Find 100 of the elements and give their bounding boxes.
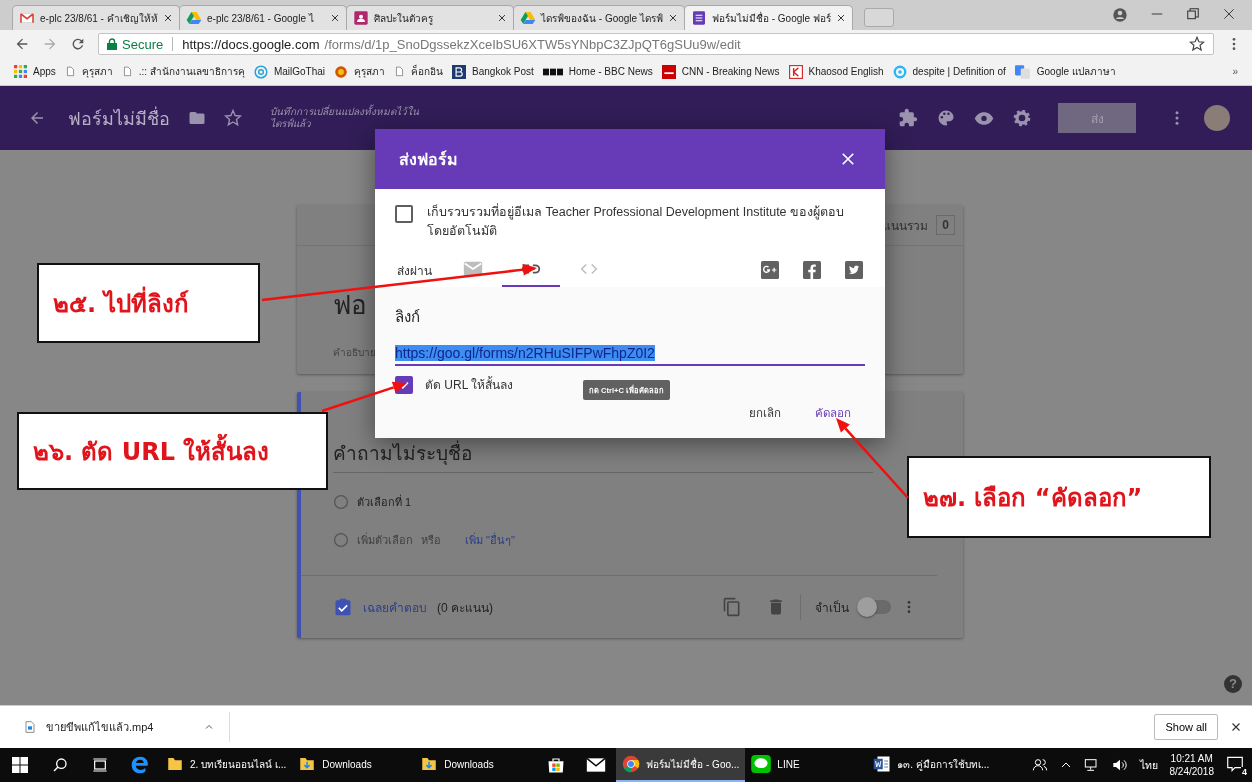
- document-icon: [873, 755, 892, 773]
- clock-date: 8/24/2018: [1169, 765, 1214, 778]
- folder-icon: [420, 755, 439, 773]
- close-icon[interactable]: [839, 150, 857, 168]
- bookmark-item[interactable]: Google แปลภาษา: [1014, 64, 1116, 79]
- cancel-button[interactable]: ยกเลิก: [747, 400, 783, 426]
- annotation-callout: ๒๗. เลือก “คัดลอก”: [907, 456, 1211, 538]
- help-button[interactable]: ?: [1224, 675, 1242, 693]
- folder-icon: [298, 755, 317, 773]
- emblem-icon: [334, 64, 349, 79]
- bookmark-item[interactable]: .:: สำนักงานเลขาธิการคุ: [121, 64, 245, 79]
- grid-icon: [14, 65, 27, 78]
- answer-key-icon[interactable]: [333, 597, 353, 617]
- people-icon[interactable]: [1031, 757, 1048, 773]
- bookmark-item[interactable]: Khaosod English: [788, 64, 884, 79]
- bookmark-item[interactable]: คุรุสภา: [64, 64, 113, 79]
- avatar[interactable]: [1204, 105, 1230, 131]
- copy-button[interactable]: คัดลอก: [813, 400, 853, 426]
- close-icon: [497, 13, 507, 23]
- clock[interactable]: 10:21 AM 8/24/2018: [1169, 752, 1214, 778]
- search-icon[interactable]: [52, 757, 68, 773]
- browser-tab[interactable]: e-plc 23/8/61 - Google ไ: [179, 5, 347, 30]
- show-all-button[interactable]: Show all: [1154, 714, 1218, 740]
- close-icon: [163, 13, 173, 23]
- radio-icon: [333, 494, 349, 510]
- download-item[interactable]: ขายขีพแก้ไขแล้ว.mp4: [24, 712, 231, 742]
- taskbar-item[interactable]: ฟอร์มไม่มีชื่อ - Goo...: [616, 748, 746, 782]
- taskbar-item[interactable]: LINE: [745, 748, 868, 782]
- chrome-icon: [622, 755, 641, 773]
- at-icon: [253, 64, 268, 79]
- taskbar-item[interactable]: Downloads: [292, 748, 415, 782]
- close-icon: [835, 13, 846, 23]
- restore-icon[interactable]: [1186, 7, 1200, 21]
- language-indicator[interactable]: ไทย: [1139, 756, 1158, 774]
- bookmark-item[interactable]: คุรุสภา: [334, 64, 386, 79]
- checkbox[interactable]: [395, 205, 413, 223]
- page-icon: [121, 64, 133, 79]
- mail-icon[interactable]: [586, 757, 607, 773]
- option-label[interactable]: ตัวเลือกที่ 1: [357, 493, 412, 511]
- folder-icon: [166, 755, 184, 773]
- address-field[interactable]: Secure https://docs.google.com /forms/d/1p_SnoDgssekzXceIbSU6XTW5sYNbpC3ZJpQT6gSUu9w/edit: [98, 33, 1214, 55]
- palette-icon[interactable]: [936, 108, 956, 128]
- star-icon[interactable]: [224, 109, 242, 127]
- ring-icon: [892, 64, 907, 79]
- secure-label: Secure: [122, 36, 164, 52]
- square-icon: [353, 10, 369, 26]
- duplicate-icon[interactable]: [722, 597, 742, 617]
- taskbar-item[interactable]: Downloads: [414, 748, 537, 782]
- taskbar-item[interactable]: 2. บทเรียนออนไลน์ เ...: [160, 748, 293, 782]
- more-bookmarks-button[interactable]: »: [1232, 66, 1246, 77]
- browser-tab[interactable]: e-plc 23/8/61 - คำเชิญให้ห้: [12, 5, 180, 30]
- bookmark-star-icon[interactable]: [1189, 36, 1205, 52]
- close-icon[interactable]: [1222, 7, 1236, 21]
- store-icon[interactable]: [547, 756, 566, 774]
- collect-emails-label: เก็บรวบรวมที่อยู่อีเมล Teacher Professional Development Institute ของผู้ตอบโดยอัตโนมัติ: [427, 203, 845, 240]
- windows-icon[interactable]: [12, 757, 28, 773]
- required-toggle[interactable]: [859, 600, 891, 614]
- page-icon: [394, 64, 406, 79]
- profile-icon[interactable]: [1112, 7, 1128, 23]
- task-view-icon[interactable]: [92, 757, 108, 773]
- browser-e-icon[interactable]: [130, 755, 150, 775]
- browser-tab[interactable]: ไดรฟ์ของฉัน - Google ไดรฟ์: [513, 5, 685, 30]
- network-icon[interactable]: [1083, 758, 1100, 772]
- send-via-label: ส่งผ่าน: [397, 262, 432, 280]
- volume-icon[interactable]: [1111, 758, 1128, 772]
- annotation-callout: ๒๕. ไปที่ลิงก์: [37, 263, 260, 343]
- url-path: /forms/d/1p_SnoDgssekzXceIbSU6XTW5sYNbpC3ZJpQT6gSUu9w/edit: [324, 36, 742, 52]
- bookmark-item[interactable]: ค็อกอิน: [394, 64, 444, 79]
- dialog-title: ส่งฟอร์ม: [399, 149, 458, 170]
- puzzle-icon[interactable]: [898, 108, 918, 128]
- shorten-url-label: ตัด URL ให้สั้นลง: [425, 375, 514, 394]
- total-points: 0: [936, 215, 955, 235]
- radio-icon: [333, 532, 349, 548]
- link-url-field[interactable]: https://goo.gl/forms/n2RHuSIFPwFhpZ0I2: [395, 345, 865, 366]
- browser-tab[interactable]: ฟอร์มไม่มีชื่อ - Google ฟอร์: [683, 5, 853, 30]
- close-icon: [667, 13, 678, 23]
- twitter-icon[interactable]: [845, 261, 863, 279]
- url-host: https://docs.google.com: [182, 36, 320, 52]
- folder-icon[interactable]: [188, 109, 206, 127]
- back-icon[interactable]: [14, 36, 30, 52]
- square-icon: [661, 64, 676, 79]
- settings-icon[interactable]: [1012, 108, 1032, 128]
- bookmark-item[interactable]: Home - BBC News: [542, 66, 653, 77]
- notification-icon[interactable]: [1226, 756, 1244, 772]
- reload-icon[interactable]: [70, 36, 86, 52]
- bookmark-item[interactable]: Bangkok Post: [452, 64, 534, 79]
- google-plus-icon[interactable]: [761, 261, 779, 279]
- translate-icon: [1014, 64, 1031, 79]
- bookmark-item[interactable]: despite | Definition of: [892, 64, 1006, 79]
- bookmark-item[interactable]: CNN - Breaking News: [661, 64, 780, 79]
- lock-icon: [107, 38, 117, 50]
- mail-icon: [19, 10, 35, 26]
- link-heading: ลิงก์: [395, 307, 421, 327]
- browser-tab[interactable]: ศิลปะในตัวครู: [346, 5, 514, 30]
- close-icon[interactable]: [1230, 721, 1242, 733]
- bookmark-item[interactable]: Apps: [14, 65, 56, 78]
- facebook-icon[interactable]: [803, 261, 821, 279]
- taskbar-item[interactable]: ๑๓. คู่มือการใช้บทเ...: [867, 748, 996, 782]
- form-title: ฟอร์มไม่มีชื่อ: [68, 105, 170, 131]
- bookmark-item[interactable]: MailGoThai: [253, 64, 326, 79]
